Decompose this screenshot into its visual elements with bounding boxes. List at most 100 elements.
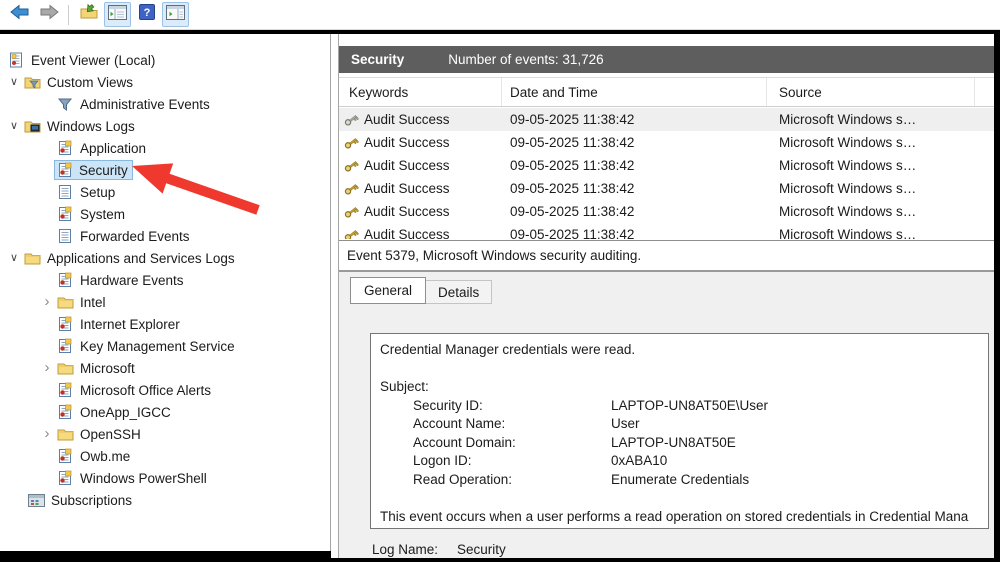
log-alert-icon — [57, 338, 75, 354]
tree-item-label: Windows PowerShell — [80, 470, 207, 486]
folder-icon — [24, 250, 42, 266]
tree-item-application[interactable]: Application — [0, 137, 330, 159]
pane-splitter[interactable] — [331, 34, 338, 558]
tree-item-microsoft[interactable]: › Microsoft — [0, 357, 330, 379]
tree-item-windows-powershell[interactable]: Windows PowerShell — [0, 467, 330, 489]
event-source: Microsoft Windows s… — [779, 204, 917, 219]
forward-button[interactable] — [35, 2, 62, 27]
tree-item-label: Subscriptions — [51, 492, 133, 508]
key-gold-icon — [343, 135, 359, 151]
open-saved-log-button[interactable] — [75, 2, 102, 27]
tree-item-intel[interactable]: › Intel — [0, 291, 330, 313]
help-button[interactable]: ? — [133, 2, 160, 27]
event-keywords: Audit Success — [364, 112, 450, 127]
tree-item-microsoft-office-alerts[interactable]: Microsoft Office Alerts — [0, 379, 330, 401]
tree-item-applications-and-services-logs[interactable]: ∨ Applications and Services Logs — [0, 247, 330, 269]
tree-item-label: Windows Logs — [47, 118, 135, 134]
tree-item-label: Security — [79, 162, 128, 178]
subject-field-row: Read Operation: Enumerate Credentials — [380, 471, 988, 490]
column-header-datetime[interactable]: Date and Time — [502, 78, 767, 106]
chevron-right-icon[interactable]: › — [37, 291, 57, 313]
open-saved-log-icon — [80, 3, 98, 25]
filter-icon — [57, 96, 75, 112]
toolbar-separator — [68, 4, 69, 25]
tree-item-label: Administrative Events — [80, 96, 210, 112]
chevron-right-icon[interactable]: › — [37, 357, 57, 379]
red-callout-arrow-icon — [132, 163, 260, 215]
field-value: User — [611, 416, 640, 431]
log-alert-icon — [57, 206, 75, 222]
tree-item-forwarded-events[interactable]: Forwarded Events — [0, 225, 330, 247]
tree-item-custom-views[interactable]: ∨ Custom Views — [0, 71, 330, 93]
tree-item-hardware-events[interactable]: Hardware Events — [0, 269, 330, 291]
tree-item-internet-explorer[interactable]: Internet Explorer — [0, 313, 330, 335]
event-note: This event occurs when a user performs a… — [380, 508, 969, 524]
key-silver-icon — [343, 112, 359, 128]
toolbar: ? — [0, 0, 1000, 30]
event-keywords-cell: Audit Success — [339, 135, 502, 151]
show-console-tree-button[interactable] — [104, 2, 131, 27]
event-keywords-cell: Audit Success — [339, 227, 502, 239]
tree-item-openssh[interactable]: › OpenSSH — [0, 423, 330, 445]
event-datetime: 09-05-2025 11:38:42 — [510, 135, 635, 150]
tree-item-label: Custom Views — [47, 74, 134, 90]
event-viewer-window: ? Event Viewer (Local) ∨ Custom Views Admin… — [0, 0, 1000, 562]
key-gold-icon — [343, 227, 359, 239]
tab-details[interactable]: Details — [426, 280, 493, 304]
event-row[interactable]: Audit Success 09-05-2025 11:38:42 Microsof… — [339, 223, 994, 239]
field-value: Enumerate Credentials — [611, 471, 750, 487]
tree-item-administrative-events[interactable]: Administrative Events — [0, 93, 330, 115]
tree-item-label: Intel — [80, 294, 106, 310]
tree-item-windows-logs[interactable]: ∨ Windows Logs — [0, 115, 330, 137]
event-row[interactable]: Audit Success 09-05-2025 11:38:42 Microsof… — [339, 200, 994, 223]
back-button[interactable] — [6, 2, 33, 27]
event-row[interactable]: Audit Success 09-05-2025 11:38:42 Microsof… — [339, 154, 994, 177]
event-datetime: 09-05-2025 11:38:42 — [510, 227, 635, 239]
chevron-down-icon[interactable]: ∨ — [4, 115, 24, 137]
field-label: Account Domain: — [413, 434, 516, 450]
tree-item-key-management-service[interactable]: Key Management Service — [0, 335, 330, 357]
help-icon: ? — [138, 4, 155, 25]
tree-item-label: Forwarded Events — [80, 228, 190, 244]
tree-item-label: System — [80, 206, 126, 222]
column-header-keywords[interactable]: Keywords — [339, 78, 502, 106]
tree-item-subscriptions[interactable]: Subscriptions — [0, 489, 330, 511]
tab-general[interactable]: General — [350, 277, 427, 304]
folder-icon — [57, 294, 75, 310]
field-value: 0xABA10 — [611, 453, 668, 468]
event-keywords: Audit Success — [364, 135, 450, 150]
log-plain-icon — [57, 184, 75, 200]
folder-filter-icon — [24, 74, 42, 90]
event-keywords: Audit Success — [364, 204, 450, 219]
tree-item-owb-me[interactable]: Owb.me — [0, 445, 330, 467]
subject-fields: Security ID: LAPTOP-UN8AT50E\User Account … — [380, 397, 988, 490]
event-row[interactable]: Audit Success 09-05-2025 11:38:42 Microsof… — [339, 131, 994, 154]
chevron-down-icon[interactable]: ∨ — [4, 71, 24, 93]
tree-item-label: Key Management Service — [80, 338, 235, 354]
show-action-pane-button[interactable] — [162, 2, 189, 27]
events-pane: Security Number of events: 31,726 Keywor… — [338, 34, 994, 558]
console-tree-icon — [108, 4, 127, 25]
tree-item-event-viewer-local[interactable]: Event Viewer (Local) — [0, 49, 330, 71]
chevron-down-icon[interactable]: ∨ — [4, 247, 24, 269]
subject-label: Subject: — [380, 379, 429, 394]
event-row[interactable]: Audit Success 09-05-2025 11:38:42 Microsof… — [339, 177, 994, 200]
tree-item-oneapp-igcc[interactable]: OneApp_IGCC — [0, 401, 330, 423]
field-label: Read Operation: — [413, 471, 513, 487]
event-row[interactable]: Audit Success 09-05-2025 11:38:42 Microsof… — [339, 108, 994, 131]
chevron-right-icon[interactable]: › — [37, 423, 57, 445]
event-keywords-cell: Audit Success — [339, 181, 502, 197]
column-header-source[interactable]: Source — [767, 78, 975, 106]
event-source: Microsoft Windows s… — [779, 135, 917, 150]
log-alert-icon — [57, 272, 75, 288]
forward-arrow-icon — [39, 4, 59, 25]
log-alert-icon — [57, 404, 75, 420]
log-title: Security — [351, 52, 405, 67]
subject-field-row: Logon ID: 0xABA10 — [380, 452, 988, 471]
tree-item-label: Event Viewer (Local) — [31, 52, 156, 68]
event-keywords: Audit Success — [364, 158, 450, 173]
event-detail-title: Event 5379, Microsoft Windows security a… — [347, 248, 642, 263]
event-description-box[interactable]: Credential Manager credentials were read… — [370, 333, 989, 529]
event-datetime: 09-05-2025 11:38:42 — [510, 112, 635, 127]
subject-field-row: Account Name: User — [380, 415, 988, 434]
